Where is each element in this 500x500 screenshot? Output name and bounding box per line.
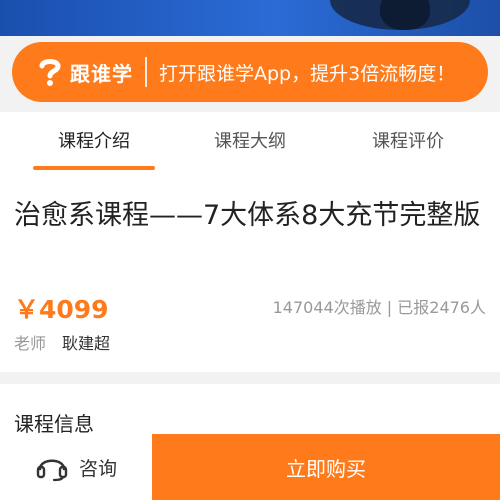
buy-now-button[interactable]: 立即购买	[152, 434, 500, 500]
course-tabs: 课程介绍 课程大纲 课程评价	[0, 112, 500, 172]
tab-course-outline[interactable]: 课程大纲	[190, 112, 310, 172]
course-title: 治愈系课程——7大体系8大充节完整版	[14, 200, 481, 231]
course-cover-image	[0, 0, 500, 36]
tab-course-intro[interactable]: 课程介绍	[33, 112, 155, 172]
brand: 跟谁学	[34, 56, 133, 88]
teacher-label: 老师	[14, 334, 47, 353]
banner-divider	[145, 57, 147, 87]
open-app-banner[interactable]: 跟谁学 打开跟谁学App，提升3倍流畅度！	[12, 42, 488, 102]
course-summary: 治愈系课程——7大体系8大充节完整版 ￥4099 147044次播放 | 已报2…	[0, 172, 500, 372]
active-tab-indicator	[33, 166, 155, 170]
course-info-title: 课程信息	[14, 412, 94, 436]
consult-label: 咨询	[78, 457, 117, 480]
brand-name: 跟谁学	[70, 61, 133, 86]
consult-button[interactable]: 咨询	[0, 434, 152, 500]
course-price: ￥4099	[14, 295, 109, 324]
question-mark-icon	[34, 56, 66, 88]
tab-course-reviews[interactable]: 课程评价	[348, 112, 468, 172]
course-stats: 147044次播放 | 已报2476人	[272, 298, 486, 317]
banner-text: 打开跟谁学App，提升3倍流畅度！	[159, 62, 456, 85]
headset-icon	[36, 459, 68, 482]
teacher-name[interactable]: 耿建超	[62, 330, 110, 354]
bottom-action-bar: 咨询 立即购买	[0, 434, 500, 500]
